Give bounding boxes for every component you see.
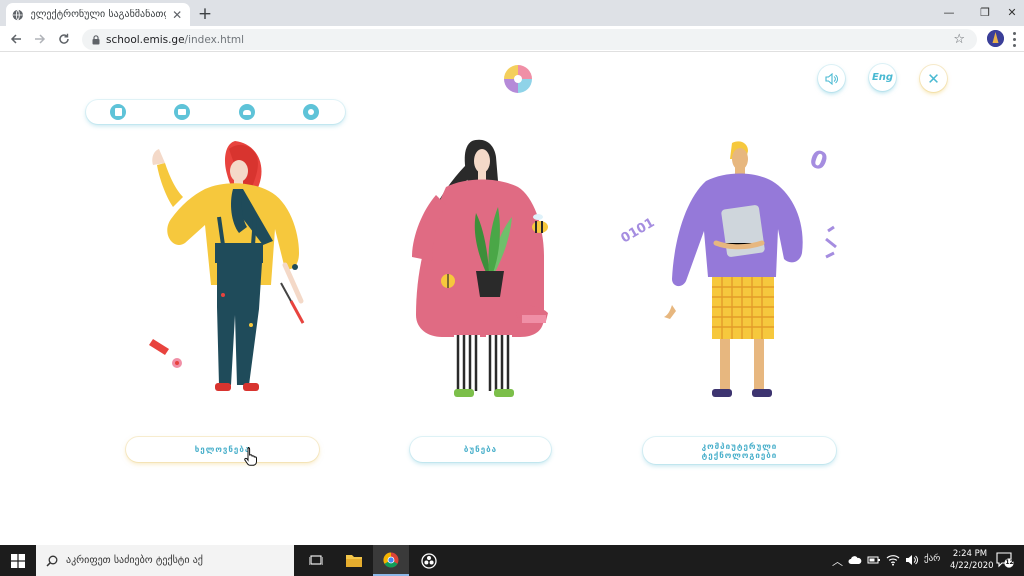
clock-time: 2:24 PM: [952, 549, 988, 559]
avatar-icon: [987, 30, 1004, 47]
zero-decor-text: 0: [806, 144, 831, 176]
obs-taskbar-button[interactable]: [411, 545, 447, 576]
wifi-icon[interactable]: [886, 553, 900, 566]
notification-center-button[interactable]: 12: [996, 552, 1014, 568]
taskbar-search-input[interactable]: აკრიფეთ საძიებო ტექსტი აქ: [36, 545, 294, 576]
nature-figure: [412, 139, 548, 397]
file-explorer-button[interactable]: [336, 545, 372, 576]
category-label: ბუნება: [463, 445, 498, 454]
tech-figure: 0101 0: [620, 141, 837, 397]
profile-avatar[interactable]: [987, 30, 1004, 47]
search-placeholder: აკრიფეთ საძიებო ტექსტი აქ: [66, 555, 203, 566]
browser-tab[interactable]: ელექტრონული საგანმანათლებლო ✕: [6, 3, 190, 26]
category-button-nature[interactable]: ბუნება: [410, 437, 551, 462]
close-button[interactable]: ✕: [920, 65, 947, 92]
hand-cursor-icon: [244, 447, 257, 466]
category-icon-bar: [86, 100, 345, 124]
windows-logo-icon: [11, 553, 25, 568]
browser-menu-button[interactable]: [1011, 30, 1017, 48]
search-icon: [46, 555, 58, 567]
document-icon[interactable]: [110, 104, 126, 120]
tab-close-icon[interactable]: ✕: [170, 8, 184, 22]
arrow-right-icon: [35, 34, 46, 44]
category-label: ხელოვნება: [194, 445, 251, 454]
globe-icon: [12, 9, 23, 20]
sound-button[interactable]: [818, 65, 845, 92]
category-label: კომპიუტერული ტექნოლოგიები: [701, 441, 778, 460]
category-button-art[interactable]: ხელოვნება: [126, 437, 319, 462]
browser-toolbar: school.emis.ge/index.html ☆: [0, 26, 1024, 52]
notification-count: 12: [1005, 559, 1014, 566]
people-icon[interactable]: [239, 104, 255, 120]
input-language-indicator[interactable]: ქარ: [924, 554, 940, 564]
speaker-icon: [825, 72, 838, 85]
window-close-button[interactable]: ✕: [1000, 0, 1024, 24]
chrome-taskbar-button[interactable]: [373, 545, 409, 576]
start-button[interactable]: [0, 545, 36, 576]
obs-icon: [421, 552, 437, 569]
language-button[interactable]: Eng: [869, 64, 896, 91]
task-view-icon: [309, 554, 323, 565]
battery-icon[interactable]: [867, 554, 881, 566]
arrow-left-icon: [10, 34, 21, 44]
windows-taskbar: აკრიფეთ საძიებო ტექსტი აქ ︿ ქარ 2:24 PM: [0, 545, 1024, 576]
chevron-up-icon[interactable]: ︿: [832, 553, 843, 569]
url-text: school.emis.ge/index.html: [106, 33, 245, 46]
restore-button[interactable]: ❐: [966, 0, 1004, 24]
bookmark-star-icon[interactable]: ☆: [953, 32, 965, 47]
back-button[interactable]: [7, 30, 25, 48]
clock-date: 4/22/2020: [950, 561, 994, 571]
puzzle-logo-icon[interactable]: [502, 63, 534, 95]
folder-icon: [346, 555, 362, 567]
page-content: Eng ✕ 0101 0 ხელოვნება ბუნება კომპიუტერუ…: [0, 53, 1024, 545]
browser-tab-strip: ელექტრონული საგანმანათლებლო ✕ + — ❐ ✕: [0, 0, 1024, 26]
address-bar[interactable]: school.emis.ge/index.html ☆: [82, 29, 977, 50]
reload-button[interactable]: [55, 30, 73, 48]
lock-icon: [92, 34, 100, 44]
minimize-button[interactable]: —: [930, 0, 968, 24]
binary-decor-text: 0101: [620, 215, 657, 246]
taskbar-clock[interactable]: 2:24 PM 4/22/2020: [950, 548, 994, 572]
network-icon[interactable]: [303, 104, 319, 120]
category-button-tech[interactable]: კომპიუტერული ტექნოლოგიები: [643, 437, 836, 464]
reload-icon: [59, 33, 69, 44]
new-tab-button[interactable]: +: [196, 5, 214, 23]
artist-figure: [149, 141, 305, 391]
task-view-button[interactable]: [298, 545, 334, 576]
chrome-icon: [383, 551, 399, 568]
folder-icon[interactable]: [174, 104, 190, 120]
forward-button[interactable]: [31, 30, 49, 48]
tab-title: ელექტრონული საგანმანათლებლო: [30, 9, 167, 20]
cloud-icon[interactable]: [848, 555, 862, 565]
volume-icon[interactable]: [905, 554, 919, 566]
